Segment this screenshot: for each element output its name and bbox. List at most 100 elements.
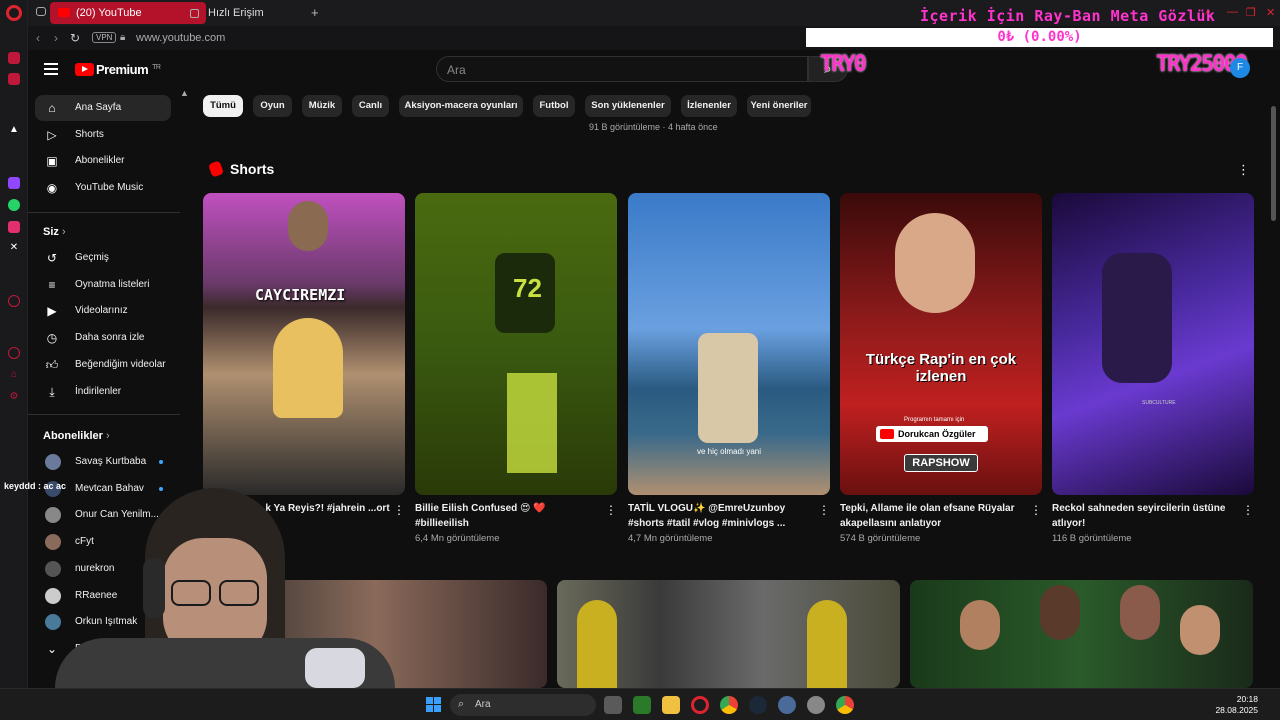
video-thumbnail[interactable]	[557, 580, 900, 688]
youtube-brand[interactable]: Premium TR	[96, 62, 161, 77]
pinboard-icon[interactable]	[8, 52, 20, 64]
short-card[interactable]: ve hiç olmadı yani TATİL VLOGU✨ @EmreUzu…	[628, 193, 830, 544]
taskbar-search[interactable]: ⌕ Ara	[450, 694, 596, 716]
x-icon[interactable]: ✕	[8, 242, 20, 254]
app-icon[interactable]	[778, 696, 796, 714]
filter-chip[interactable]: Canlı	[352, 95, 389, 117]
more-options-icon[interactable]: ⋮	[1237, 162, 1250, 178]
music-player-icon[interactable]	[8, 73, 20, 85]
sidebar-item-label: Geçmiş	[75, 252, 109, 263]
close-icon[interactable]: ✕	[1266, 6, 1275, 19]
sidebar-item-label: Ana Sayfa	[75, 102, 122, 113]
opera-logo-icon[interactable]	[6, 5, 22, 21]
sidebar-item[interactable]: ▣ Abonelikler	[35, 148, 171, 174]
account-avatar[interactable]: F	[1230, 58, 1250, 78]
sidebar-item[interactable]: ▷ Shorts	[35, 122, 171, 148]
glasses-icon	[171, 580, 211, 606]
short-title[interactable]: Reckol sahneden seyircilerin üstüne atlı…	[1052, 501, 1232, 531]
minimize-icon[interactable]: —	[1227, 6, 1238, 18]
short-title[interactable]: Billie Eilish Confused 😍 ❤️ #billieeilis…	[415, 501, 595, 531]
chevron-right-icon: ›	[61, 226, 66, 238]
tabs-icon[interactable]: ⌂	[8, 369, 20, 381]
lock-icon[interactable]: 🔒︎	[120, 32, 125, 43]
obs-icon[interactable]	[807, 696, 825, 714]
system-clock[interactable]: 20:18 28.08.2025	[1215, 694, 1258, 716]
instagram-icon[interactable]	[8, 221, 20, 233]
aria-icon[interactable]: ▲	[8, 124, 20, 136]
sidebar-item[interactable]: ▶ Videolarınız	[35, 298, 171, 324]
vpn-badge[interactable]: VPN	[92, 32, 117, 43]
filter-chip[interactable]: Futbol	[533, 95, 575, 117]
short-thumbnail[interactable]: CAYCIREMZI	[203, 193, 405, 495]
short-card[interactable]: 72 Billie Eilish Confused 😍 ❤️ #billieei…	[415, 193, 617, 544]
nav-scroll-up-icon[interactable]: ▲	[180, 88, 189, 98]
page-scrollbar[interactable]	[1271, 106, 1276, 221]
short-title[interactable]: Tepki, Allame ile olan efsane Rüyalar ak…	[840, 501, 1020, 531]
short-card[interactable]: Türkçe Rap'in en çok izlenen Programın t…	[840, 193, 1042, 544]
filter-chip[interactable]: Oyun	[253, 95, 292, 117]
more-options-icon[interactable]: ⋮	[1030, 503, 1042, 517]
windows-start-icon[interactable]	[425, 696, 443, 714]
twitch-icon[interactable]	[8, 177, 20, 189]
channel-avatar	[45, 454, 61, 470]
grid-icon	[190, 9, 199, 18]
taskbar-search-label: Ara	[475, 699, 491, 710]
url-field[interactable]: www.youtube.com	[136, 32, 225, 44]
short-thumbnail[interactable]: 72	[415, 193, 617, 495]
person-figure	[1102, 253, 1172, 383]
task-view-icon[interactable]	[604, 696, 622, 714]
filter-chip[interactable]: Son yüklenenler	[585, 95, 671, 117]
search-input[interactable]	[447, 63, 797, 77]
filter-chip[interactable]: Tümü	[203, 95, 243, 117]
video-thumbnail[interactable]	[910, 580, 1253, 688]
sidebar-item[interactable]: ◉ YouTube Music	[35, 175, 171, 201]
back-icon[interactable]: ‹	[36, 31, 40, 45]
filter-chip[interactable]: Müzik	[302, 95, 342, 117]
menu-icon[interactable]	[44, 63, 58, 75]
section-header-subscriptions[interactable]: Abonelikler ›	[43, 430, 110, 442]
tab-manager-icon[interactable]	[36, 7, 46, 16]
chrome-icon[interactable]	[720, 696, 738, 714]
steam-icon[interactable]	[749, 696, 767, 714]
subscription-item[interactable]: Savaş Kurtbaba	[35, 449, 171, 475]
sidebar-item[interactable]: ⌂ Ana Sayfa	[35, 95, 171, 121]
chrome-icon[interactable]	[836, 696, 854, 714]
filter-chip[interactable]: Aksiyon-macera oyunları	[399, 95, 523, 117]
sidebar-item[interactable]: ≡ Oynatma listeleri	[35, 272, 171, 298]
short-thumbnail[interactable]: SUBCULTURE	[1052, 193, 1254, 495]
tab-label: (20) YouTube	[76, 7, 142, 19]
player-icon[interactable]	[8, 295, 20, 307]
playlist-icon: ≡	[48, 277, 56, 292]
filter-chip[interactable]: Yeni öneriler	[747, 95, 811, 117]
person-figure	[960, 600, 1000, 650]
tab-speed-dial[interactable]: Hızlı Erişim	[182, 2, 310, 24]
short-card[interactable]: CAYCIREMZI ...k Ya Reyis?! #jahrein ...o…	[203, 193, 405, 517]
forward-icon[interactable]: ›	[54, 31, 58, 45]
history-icon[interactable]	[8, 347, 20, 359]
maximize-icon[interactable]: ❐	[1246, 6, 1256, 19]
whatsapp-icon[interactable]	[8, 199, 20, 211]
more-options-icon[interactable]: ⋮	[605, 503, 617, 517]
sidebar-item[interactable]: ↺ Geçmiş	[35, 245, 171, 271]
search-tabs-icon[interactable]: ⌕	[1205, 6, 1211, 19]
short-thumbnail[interactable]: Türkçe Rap'in en çok izlenen Programın t…	[840, 193, 1042, 495]
reload-icon[interactable]: ↻	[70, 31, 80, 45]
section-header-you[interactable]: Siz ›	[43, 226, 66, 238]
settings-icon[interactable]: ⚙	[8, 391, 20, 403]
youtube-logo-icon	[880, 429, 894, 439]
short-title[interactable]: TATİL VLOGU✨ @EmreUzunboy #shorts #tatil…	[628, 501, 808, 531]
more-options-icon[interactable]: ⋮	[818, 503, 830, 517]
nvidia-icon[interactable]	[633, 696, 651, 714]
youtube-logo-icon[interactable]	[75, 63, 94, 76]
short-card[interactable]: SUBCULTURE Reckol sahneden seyircilerin …	[1052, 193, 1254, 544]
sidebar-item[interactable]: ◷ Daha sonra izle	[35, 325, 171, 351]
file-explorer-icon[interactable]	[662, 696, 680, 714]
short-overlay-text: Türkçe Rap'in en çok izlenen	[865, 351, 1017, 385]
opera-icon[interactable]	[691, 696, 709, 714]
more-options-icon[interactable]: ⋮	[1242, 503, 1254, 517]
sidebar-item[interactable]: 👍︎ Beğendiğim videolar	[35, 352, 171, 378]
new-tab-icon[interactable]: +	[311, 5, 319, 20]
filter-chip[interactable]: İzlenenler	[681, 95, 737, 117]
short-thumbnail[interactable]: ve hiç olmadı yani	[628, 193, 830, 495]
sidebar-item[interactable]: ⤓ İndirilenler	[35, 379, 171, 405]
